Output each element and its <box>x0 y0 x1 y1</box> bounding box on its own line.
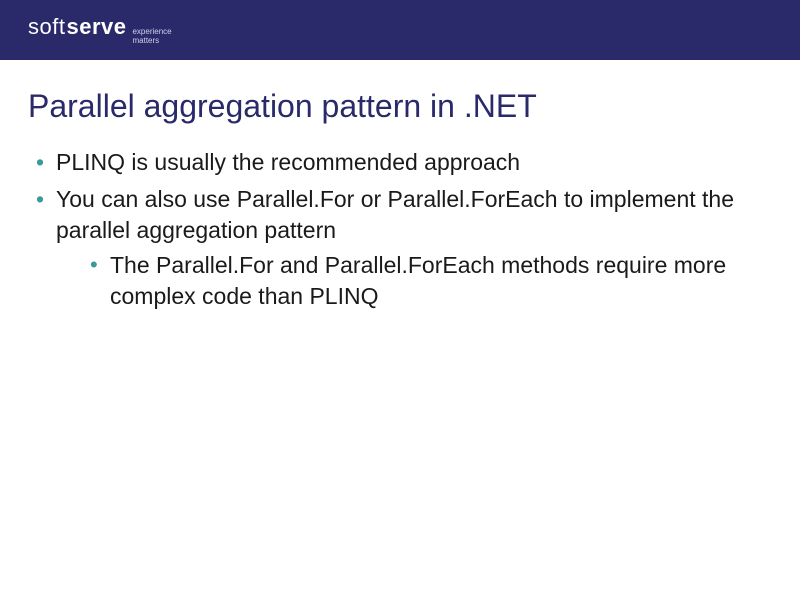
bullet-text: The Parallel.For and Parallel.ForEach me… <box>110 252 726 309</box>
logo-text-serve: serve <box>66 14 126 40</box>
sub-bullet-list: The Parallel.For and Parallel.ForEach me… <box>56 250 772 312</box>
list-item: The Parallel.For and Parallel.ForEach me… <box>88 250 772 312</box>
logo-tagline: experience matters <box>132 28 171 46</box>
logo: softserve experience matters <box>28 14 172 46</box>
tagline-line-2: matters <box>132 36 159 45</box>
bullet-text: You can also use Parallel.For or Paralle… <box>56 186 734 243</box>
list-item: PLINQ is usually the recommended approac… <box>32 147 772 178</box>
header-band: softserve experience matters <box>0 0 800 60</box>
list-item: You can also use Parallel.For or Paralle… <box>32 184 772 312</box>
slide-title: Parallel aggregation pattern in .NET <box>28 88 772 125</box>
logo-text-soft: soft <box>28 14 65 40</box>
bullet-list: PLINQ is usually the recommended approac… <box>28 147 772 312</box>
slide-content: Parallel aggregation pattern in .NET PLI… <box>0 60 800 312</box>
bullet-text: PLINQ is usually the recommended approac… <box>56 149 520 175</box>
tagline-line-1: experience <box>132 27 171 36</box>
